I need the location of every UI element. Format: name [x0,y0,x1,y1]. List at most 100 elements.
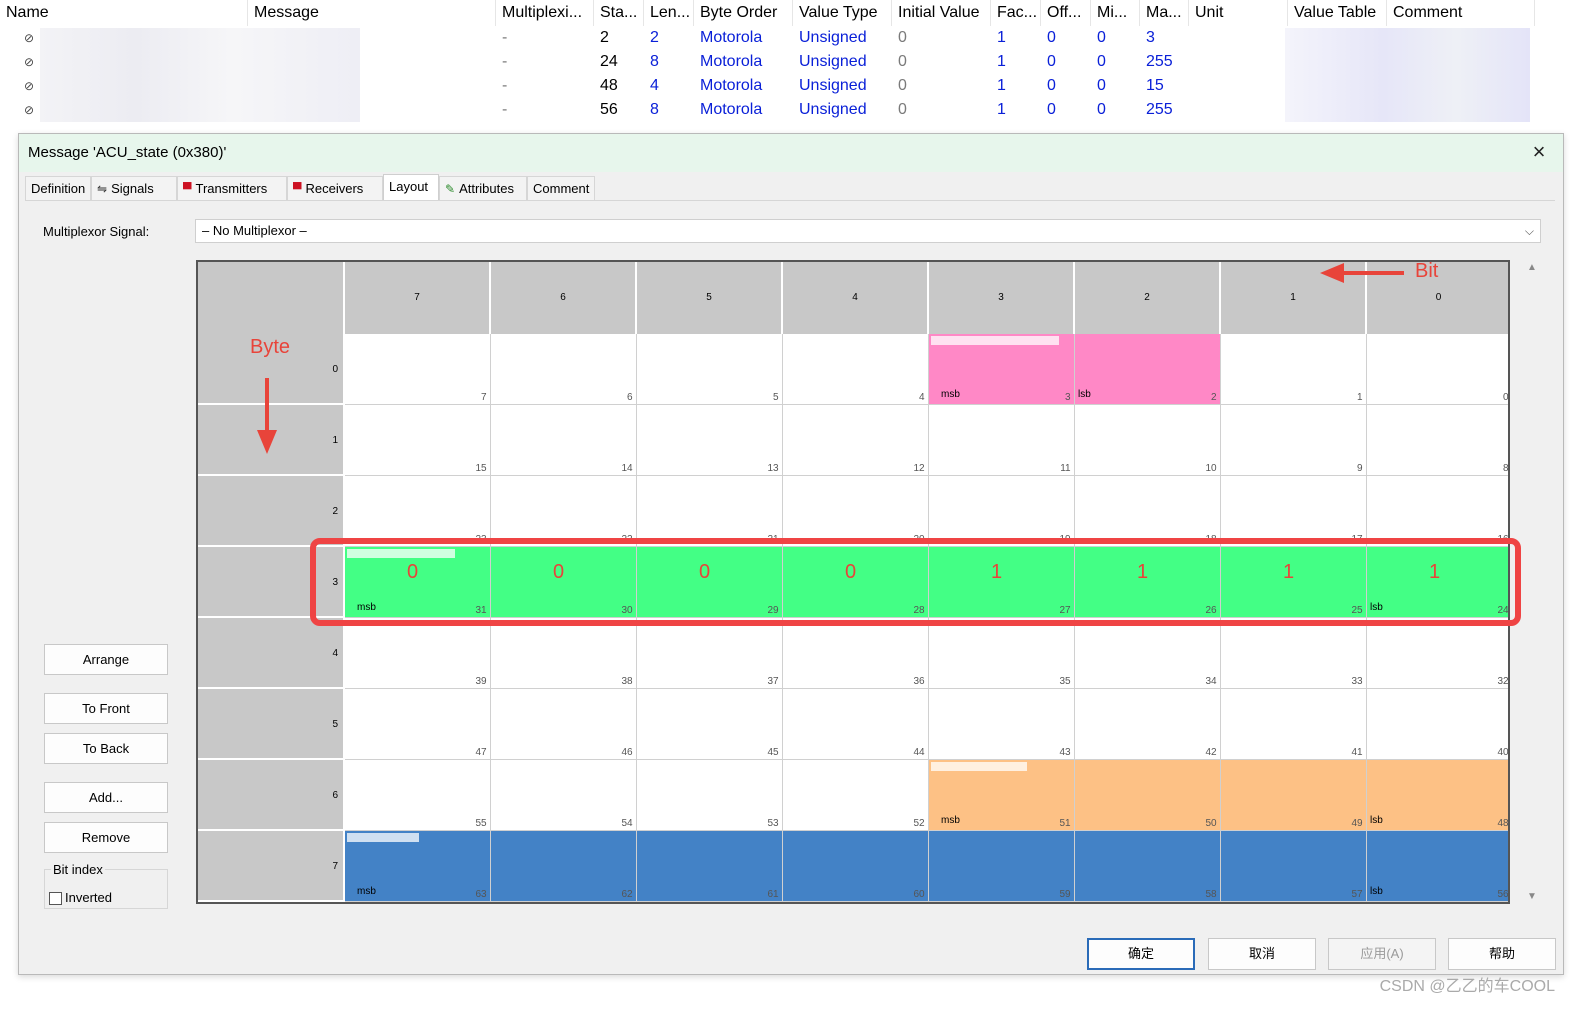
col-header-min[interactable]: Mi... [1091,0,1140,26]
bit-cell[interactable]: 36 [783,618,929,689]
bit-cell[interactable]: 57 [1221,831,1367,902]
col-header-initial[interactable]: Initial Value [892,0,991,26]
ok-button[interactable]: 确定 [1087,938,1195,970]
col-header-comment[interactable]: Comment [1387,0,1535,26]
bit-cell[interactable]: 62 [491,831,637,902]
col-header-message[interactable]: Message [248,0,496,26]
bit-cell[interactable]: 48 [1367,760,1508,831]
tab-definition[interactable]: Definition [25,176,91,200]
bit-cell[interactable]: 63 [345,831,491,902]
bit-cell[interactable]: 47 [345,689,491,760]
bit-cell[interactable]: 27 [929,547,1075,618]
tab-comment[interactable]: Comment [527,176,595,200]
bit-cell[interactable]: 61 [637,831,783,902]
bit-cell[interactable]: 53 [637,760,783,831]
bit-cell[interactable]: 46 [491,689,637,760]
tab-layout[interactable]: Layout [383,174,439,200]
bit-cell[interactable]: 1 [1221,334,1367,405]
remove-button[interactable]: Remove [44,822,168,853]
bit-cell[interactable]: 4 [783,334,929,405]
bit-cell[interactable]: 56 [1367,831,1508,902]
bit-cell[interactable]: 13 [637,405,783,476]
bit-cell[interactable]: 40 [1367,689,1508,760]
bit-cell[interactable]: 2 [1075,334,1221,405]
bit-cell[interactable]: 50 [1075,760,1221,831]
bit-cell[interactable]: 15 [345,405,491,476]
bit-cell[interactable]: 54 [491,760,637,831]
inverted-checkbox[interactable] [49,892,62,905]
bit-cell[interactable]: 21 [637,476,783,547]
tab-signals[interactable]: ⇋ Signals [91,176,177,200]
bit-cell[interactable]: 25 [1221,547,1367,618]
bit-cell[interactable]: 0 [1367,334,1508,405]
bit-cell[interactable]: 55 [345,760,491,831]
col-header-multiplex[interactable]: Multiplexi... [496,0,594,26]
bit-cell[interactable]: 58 [1075,831,1221,902]
bit-cell[interactable]: 20 [783,476,929,547]
bit-cell[interactable]: 59 [929,831,1075,902]
close-icon[interactable]: × [1527,141,1551,165]
bit-cell[interactable]: 11 [929,405,1075,476]
bit-cell[interactable]: 16 [1367,476,1508,547]
bit-cell[interactable]: 30 [491,547,637,618]
col-header-length[interactable]: Len... [644,0,694,26]
bit-cell[interactable]: 39 [345,618,491,689]
col-header-byte-order[interactable]: Byte Order [694,0,793,26]
to-front-button[interactable]: To Front [44,693,168,724]
bit-cell[interactable]: 9 [1221,405,1367,476]
cancel-button[interactable]: 取消 [1208,938,1316,970]
col-header-name[interactable]: Name [0,0,248,26]
bit-cell[interactable]: 7 [345,334,491,405]
bit-cell[interactable]: 33 [1221,618,1367,689]
mux-select[interactable]: – No Multiplexor – ⌵ [195,219,1541,243]
bit-cell[interactable]: 14 [491,405,637,476]
bit-cell[interactable]: 43 [929,689,1075,760]
scroll-down-icon[interactable]: ▼ [1527,891,1537,902]
bit-cell[interactable]: 6 [491,334,637,405]
bit-cell[interactable]: 22 [491,476,637,547]
help-button[interactable]: 帮助 [1448,938,1556,970]
bit-cell[interactable]: 23 [345,476,491,547]
tab-transmitters[interactable]: ▀ Transmitters [177,176,287,200]
bit-cell[interactable]: 34 [1075,618,1221,689]
vertical-scrollbar[interactable]: ▲ ▼ [1526,260,1538,904]
bit-cell[interactable]: 52 [783,760,929,831]
tab-attributes[interactable]: ✎ Attributes [439,176,527,200]
bit-cell[interactable]: 42 [1075,689,1221,760]
tab-receivers[interactable]: ▀ Receivers [287,176,383,200]
bit-cell[interactable]: 44 [783,689,929,760]
bit-cell[interactable]: 51 [929,760,1075,831]
bit-cell[interactable]: 12 [783,405,929,476]
bit-cell[interactable]: 18 [1075,476,1221,547]
bit-cell[interactable]: 38 [491,618,637,689]
scroll-up-icon[interactable]: ▲ [1527,262,1537,273]
bit-cell[interactable]: 45 [637,689,783,760]
bit-cell[interactable]: 37 [637,618,783,689]
bit-cell[interactable]: 10 [1075,405,1221,476]
bit-cell[interactable]: 28 [783,547,929,618]
col-header-start[interactable]: Sta... [594,0,644,26]
col-header-value-table[interactable]: Value Table [1288,0,1387,26]
bit-cell[interactable]: 3 [929,334,1075,405]
col-header-factor[interactable]: Fac... [991,0,1041,26]
bit-cell[interactable]: 49 [1221,760,1367,831]
bit-cell[interactable]: 31 [345,547,491,618]
bit-cell[interactable]: 26 [1075,547,1221,618]
bit-cell[interactable]: 5 [637,334,783,405]
col-header-offset[interactable]: Off... [1041,0,1091,26]
col-header-value-type[interactable]: Value Type [793,0,892,26]
bit-cell[interactable]: 60 [783,831,929,902]
bit-cell[interactable]: 32 [1367,618,1508,689]
bit-cell[interactable]: 35 [929,618,1075,689]
bit-cell[interactable]: 29 [637,547,783,618]
bit-cell[interactable]: 24 [1367,547,1508,618]
bit-cell[interactable]: 8 [1367,405,1508,476]
col-header-max[interactable]: Ma... [1140,0,1189,26]
bit-cell[interactable]: 17 [1221,476,1367,547]
bit-cell[interactable]: 41 [1221,689,1367,760]
to-back-button[interactable]: To Back [44,733,168,764]
col-header-unit[interactable]: Unit [1189,0,1288,26]
arrange-button[interactable]: Arrange [44,644,168,675]
bit-cell[interactable]: 19 [929,476,1075,547]
add-button[interactable]: Add... [44,782,168,813]
